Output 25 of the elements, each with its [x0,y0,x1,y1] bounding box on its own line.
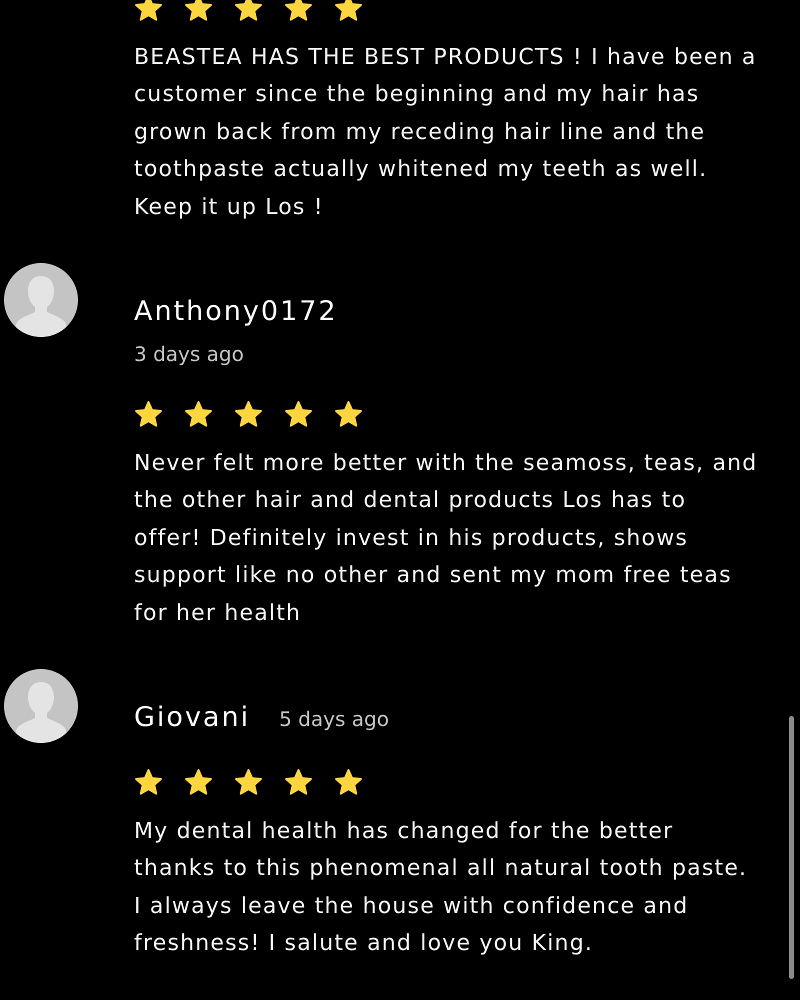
star-icon [234,768,263,796]
star-icon [284,0,313,22]
avatar-icon [4,263,78,338]
star-icon [134,0,163,22]
star-icon [334,768,363,796]
star-icon [184,0,213,22]
review-text: My dental health has changed for the better thanks to this phenomenal all natural tooth paste. I always leave the house with confidence and freshness! I salute and love you King. [134,818,748,958]
star-icon [234,0,263,22]
star-icon [334,0,363,22]
star-icon [234,400,263,428]
avatar-icon [4,669,78,744]
star-icon [334,400,363,428]
star-icon [184,768,213,796]
review-text: BEASTEA HAS THE BEST PRODUCTS ! I have been a customer since the beginning and my hair has grown back from my receding hair line and the toothpaste actually whitened my teeth as well. Keep it up Los ! [134,44,758,222]
star-icon [134,400,163,428]
review-date: 3 days ago [134,341,244,368]
review-text: Never felt more better with the seamoss, teas, and the other hair and dental products Los has to offer! Definitely invest in his products, shows support like no other and sent my mom free teas for her health [134,450,758,628]
star-icon [134,768,163,796]
reviewer-name: Anthony0172 [134,295,338,330]
reviewer-name: Giovani [134,701,250,736]
scrollbar-thumb[interactable] [789,716,794,979]
star-icon [184,400,213,428]
review-date: 5 days ago [279,706,389,732]
star-icon [284,768,313,796]
star-icon [284,400,313,428]
